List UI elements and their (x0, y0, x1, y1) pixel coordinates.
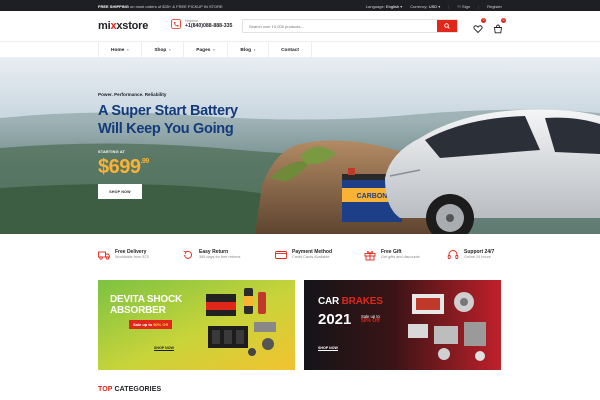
search-icon (444, 23, 450, 29)
hero-title: A Super Start Battery Will Keep You Goin… (98, 103, 238, 137)
sale-note: Sale up to 50% Off (361, 314, 380, 324)
cart-button[interactable]: 0 (493, 18, 506, 34)
banner-title: DEVITA SHOCK ABSORBER (110, 294, 183, 316)
starting-at-label: STARTING AT (98, 150, 126, 154)
helpline: Helpline +1(840)088-888-335 (171, 19, 232, 29)
nav-pages[interactable]: Pages ▼ (184, 42, 229, 58)
heart-icon (473, 25, 483, 34)
hero-kicker: Power. Performance. Reliability (98, 92, 167, 97)
register-link[interactable]: Register (487, 4, 502, 9)
free-shipping-label: FREE SHIPPING (98, 3, 129, 9)
promo-banner-shock-absorber[interactable]: DEVITA SHOCK ABSORBER Sale up to 50% Off… (98, 280, 295, 370)
hero-price: $699.99 (98, 156, 149, 178)
nav-contact[interactable]: Contact (269, 42, 312, 58)
features-strip: Free Delivery Worldwide from $75 Easy Ret… (0, 234, 600, 276)
hero-shop-now-button[interactable]: SHOP NOW (98, 184, 142, 199)
return-icon (183, 250, 192, 259)
card-icon (275, 251, 287, 259)
phone-icon (171, 19, 181, 29)
cart-icon (493, 24, 503, 34)
feature-payment-method: Payment Method Credit Cards Available (275, 249, 332, 261)
feature-free-delivery: Free Delivery Worldwide from $75 (98, 249, 149, 261)
language-selector[interactable]: Language: English ▾ (366, 4, 402, 9)
currency-selector[interactable]: Currency: USD ▾ (410, 4, 440, 9)
banner-shop-now-link[interactable]: SHOP NOW (318, 346, 338, 351)
promo-banner-car-brakes[interactable]: CAR BRAKES 2021 Sale up to 50% Off SHOP … (304, 280, 501, 370)
top-categories-heading: TOP CATEGORIES (98, 386, 162, 393)
hero-background: CARBON (0, 58, 600, 234)
helpline-number[interactable]: +1(840)088-888-335 (185, 23, 232, 29)
shipping-notice: FREE SHIPPING on most orders of $35+ & F… (98, 4, 223, 9)
cart-count: 0 (501, 18, 506, 23)
banner-title: CAR BRAKES (318, 296, 383, 307)
shipping-text: on most orders of $35+ & FREE PICKUP IN … (128, 3, 223, 9)
nav-home[interactable]: Home ▼ (98, 42, 143, 58)
feature-support: Support 24/7 Online 24 hours (447, 249, 494, 261)
search-button[interactable] (437, 20, 457, 32)
nav-blog[interactable]: Blog ▼ (228, 42, 270, 58)
search-bar (242, 19, 458, 33)
search-input[interactable] (243, 20, 437, 32)
gift-icon (364, 251, 376, 261)
feature-easy-return: Easy Return 365 days for free returns (182, 249, 240, 261)
top-bar: FREE SHIPPING on most orders of $35+ & F… (0, 0, 600, 11)
wishlist-button[interactable]: 0 (473, 18, 486, 34)
hero-banner: CARBON Power. Performance. Reliability A… (0, 58, 600, 234)
banner-year: 2021 (318, 311, 352, 328)
logo[interactable]: mixxstore (98, 20, 148, 32)
headset-icon (447, 250, 459, 259)
sale-badge: Sale up to 50% Off (129, 320, 173, 329)
feature-free-gift: Free Gift Get gifts and discounts (364, 249, 420, 261)
svg-text:CARBON: CARBON (357, 193, 388, 200)
truck-icon (98, 251, 110, 260)
main-nav: Home ▼ Shop ▼ Pages ▼ Blog ▼ Contact (0, 41, 600, 58)
header: mixxstore Helpline +1(840)088-888-335 0 (0, 11, 600, 41)
wishlist-count: 0 (481, 18, 486, 23)
banner-shop-now-link[interactable]: SHOP NOW (154, 346, 174, 351)
signin-link[interactable]: ⚇ Sign (457, 4, 470, 9)
nav-shop[interactable]: Shop ▼ (142, 42, 185, 58)
